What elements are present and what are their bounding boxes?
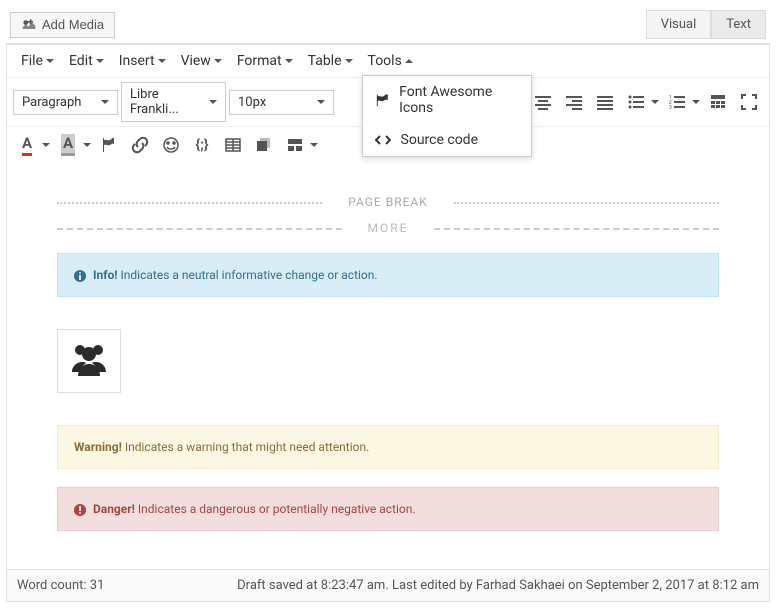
caret-down-icon bbox=[101, 100, 109, 104]
alert-danger: Danger! Indicates a dangerous or potenti… bbox=[57, 487, 719, 531]
text-color-dropdown[interactable] bbox=[41, 143, 51, 147]
caret-down-icon bbox=[209, 100, 217, 104]
link-button[interactable] bbox=[126, 131, 154, 159]
tools-item-source-code[interactable]: Source code bbox=[363, 124, 531, 156]
align-justify-button[interactable] bbox=[591, 88, 619, 116]
caret-down-icon bbox=[46, 59, 54, 63]
editor-mode-tabs: Visual Text bbox=[646, 10, 766, 39]
save-info: Draft saved at 8:23:47 am. Last edited b… bbox=[237, 578, 759, 593]
caret-down-icon bbox=[214, 59, 222, 63]
menu-view[interactable]: View bbox=[175, 49, 228, 73]
codesample-button[interactable]: {;} bbox=[188, 131, 216, 159]
align-right-button[interactable] bbox=[560, 88, 588, 116]
caret-down-icon bbox=[317, 100, 325, 104]
emoticon-button[interactable] bbox=[157, 131, 185, 159]
caret-down-icon bbox=[310, 143, 318, 147]
caret-down-icon bbox=[83, 143, 91, 147]
menubar: File Edit Insert View Format Table Tools… bbox=[7, 44, 769, 77]
media-icon bbox=[21, 17, 37, 33]
toolbar-toggle-button[interactable] bbox=[704, 88, 732, 116]
flag-button[interactable] bbox=[95, 131, 123, 159]
add-media-button[interactable]: Add Media bbox=[10, 12, 115, 38]
menu-table[interactable]: Table bbox=[302, 49, 359, 73]
text-color-button[interactable]: A bbox=[13, 131, 41, 159]
caret-up-icon bbox=[405, 59, 413, 63]
caret-down-icon bbox=[692, 100, 700, 104]
menu-insert[interactable]: Insert bbox=[113, 49, 172, 73]
layers-button[interactable] bbox=[250, 131, 278, 159]
bootstrap-element-button[interactable] bbox=[281, 131, 309, 159]
tab-visual[interactable]: Visual bbox=[646, 10, 712, 39]
editor-container: File Edit Insert View Format Table Tools… bbox=[6, 43, 770, 602]
style-select[interactable]: Paragraph bbox=[13, 90, 118, 115]
fullscreen-button[interactable] bbox=[735, 88, 763, 116]
caret-down-icon bbox=[285, 59, 293, 63]
users-icon bbox=[68, 340, 110, 378]
menu-format[interactable]: Format bbox=[231, 49, 299, 73]
svg-text:3: 3 bbox=[669, 105, 672, 111]
bg-color-button[interactable]: A bbox=[54, 131, 82, 159]
caret-down-icon bbox=[651, 100, 659, 104]
tools-item-fa-icons[interactable]: Font Awesome Icons bbox=[363, 76, 531, 124]
tools-dropdown: Font Awesome Icons Source code bbox=[362, 75, 532, 157]
menu-file[interactable]: File bbox=[15, 49, 60, 73]
word-count: Word count: 31 bbox=[17, 578, 104, 593]
caret-down-icon bbox=[96, 59, 104, 63]
menu-tools[interactable]: Tools Font Awesome Icons Source code bbox=[362, 49, 419, 73]
page-break-divider: PAGE BREAK bbox=[57, 195, 719, 209]
alert-warning: Warning! Indicates a warning that might … bbox=[57, 425, 719, 469]
alert-info: Info! Indicates a neutral informative ch… bbox=[57, 253, 719, 297]
flag-icon bbox=[375, 92, 390, 108]
bg-color-dropdown[interactable] bbox=[82, 143, 92, 147]
font-select[interactable]: Libre Frankli... bbox=[121, 82, 226, 122]
bullet-list-button[interactable] bbox=[622, 88, 650, 116]
align-center-button[interactable] bbox=[529, 88, 557, 116]
bullet-list-dropdown[interactable] bbox=[650, 100, 660, 104]
columns-button[interactable] bbox=[219, 131, 247, 159]
users-icon-block bbox=[57, 329, 121, 393]
editor-content[interactable]: PAGE BREAK MORE Info! Indicates a neutra… bbox=[7, 163, 769, 569]
status-bar: Word count: 31 Draft saved at 8:23:47 am… bbox=[7, 569, 769, 601]
code-icon bbox=[375, 132, 391, 148]
caret-down-icon bbox=[158, 59, 166, 63]
info-icon bbox=[74, 270, 86, 282]
caret-down-icon bbox=[42, 143, 50, 147]
numbered-list-button[interactable]: 123 bbox=[663, 88, 691, 116]
menu-edit[interactable]: Edit bbox=[63, 49, 110, 73]
add-media-label: Add Media bbox=[42, 17, 104, 32]
tab-text[interactable]: Text bbox=[711, 10, 766, 39]
danger-icon bbox=[74, 504, 86, 516]
fontsize-select[interactable]: 10px bbox=[229, 90, 334, 115]
numbered-list-dropdown[interactable] bbox=[691, 100, 701, 104]
bootstrap-element-dropdown[interactable] bbox=[309, 143, 319, 147]
more-divider: MORE bbox=[57, 221, 719, 235]
caret-down-icon bbox=[345, 59, 353, 63]
